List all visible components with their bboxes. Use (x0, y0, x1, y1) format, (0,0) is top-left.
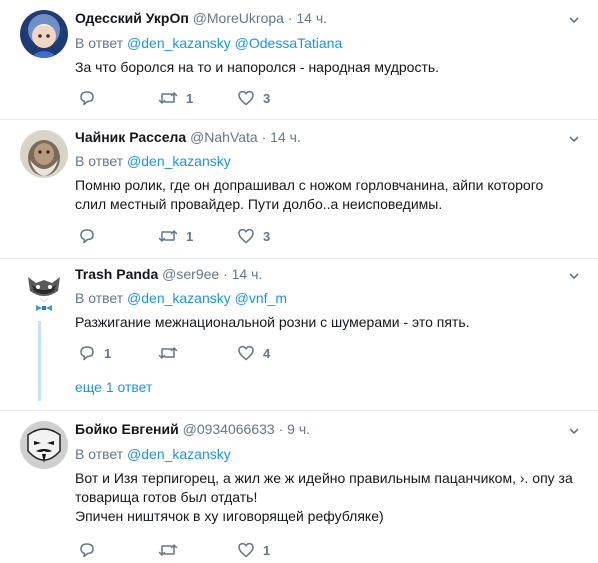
chevron-down-icon[interactable] (568, 425, 580, 437)
user-handle[interactable]: @MoreUkropa (193, 10, 284, 26)
tweet-text-line: слил местный провайдер. Пути долбо..а не… (75, 196, 443, 212)
reply-prefix: В ответ (75, 153, 124, 169)
retweet-icon (158, 230, 178, 242)
reply-count: 1 (104, 345, 112, 361)
avatar[interactable] (20, 10, 68, 58)
retweet-button[interactable] (158, 343, 178, 363)
user-handle[interactable]: @ser9ee (162, 266, 219, 282)
heart-icon (238, 228, 254, 244)
tweet-2[interactable]: Чайник Рассела @NahVata · 14 ч. В ответ … (0, 120, 598, 258)
heart-icon (238, 542, 254, 558)
display-name[interactable]: Trash Panda (75, 266, 158, 282)
tweet-4[interactable]: Бойко Евгений @0934066633 · 9 ч. В ответ… (0, 411, 598, 563)
reply-context: В ответ @den_kazansky @OdessaTatiana (75, 35, 342, 51)
chevron-down-icon[interactable] (568, 14, 580, 26)
retweet-button[interactable]: 1 (158, 88, 193, 108)
retweet-button[interactable] (158, 540, 178, 560)
retweet-icon (158, 347, 178, 359)
like-count: 3 (263, 228, 271, 244)
heart-icon (238, 90, 254, 106)
reply-prefix: В ответ (75, 290, 124, 306)
mention-link[interactable]: @vnf_m (235, 290, 287, 306)
reply-icon (80, 346, 94, 361)
like-button[interactable]: 4 (237, 343, 270, 363)
separator-dot: · (223, 266, 228, 282)
reply-icon (80, 543, 94, 558)
reply-icon (80, 229, 94, 244)
tweet-text-line: Помню ролик, где он допрашивал с ножом г… (75, 177, 544, 193)
reply-button[interactable] (78, 88, 96, 108)
tweet-actions: 1 3 (75, 88, 475, 108)
timestamp[interactable]: 14 ч. (232, 266, 263, 282)
reply-prefix: В ответ (75, 446, 124, 462)
avatar[interactable] (20, 267, 68, 315)
tweet-actions: 1 4 (75, 343, 475, 363)
avatar[interactable] (20, 421, 68, 469)
display-name[interactable]: Бойко Евгений (75, 421, 179, 437)
reply-button[interactable] (78, 226, 96, 246)
tweet-text-line: Разжигание межнациональной розни с шумер… (75, 314, 470, 330)
like-button[interactable]: 3 (237, 88, 270, 108)
like-count: 3 (263, 90, 271, 106)
tweet-text-line: За что боролся на то и напоролся - народ… (75, 59, 440, 75)
mention-link[interactable]: @den_kazansky (127, 35, 231, 51)
like-count: 1 (263, 542, 271, 558)
like-button[interactable]: 1 (237, 540, 270, 560)
tweet-text-line: Вот и Изя терпигорец, а жил же ж идейно … (75, 470, 573, 486)
tweet-header: Чайник Рассела @NahVata · 14 ч. (75, 129, 301, 145)
like-count: 4 (263, 345, 271, 361)
reply-context: В ответ @den_kazansky (75, 446, 231, 462)
timestamp[interactable]: 9 ч. (287, 421, 310, 437)
mention-link[interactable]: @OdessaTatiana (235, 35, 343, 51)
tweet-text-line: товарища готов был отдать! (75, 489, 258, 505)
tweet-actions: 1 3 (75, 226, 475, 246)
retweet-icon (158, 92, 178, 104)
tweet-text: Разжигание межнациональной розни с шумер… (75, 313, 595, 332)
heart-icon (238, 345, 254, 361)
chevron-down-icon[interactable] (568, 270, 580, 282)
retweet-icon (158, 544, 178, 556)
tweet-text-line: Эпичен ништячок в ху ıиговорящей рефубля… (75, 508, 384, 524)
tweet-actions: 1 (75, 540, 475, 560)
tweet-header: Бойко Евгений @0934066633 · 9 ч. (75, 421, 310, 437)
separator-dot: · (287, 10, 293, 26)
mention-link[interactable]: @den_kazansky (127, 153, 231, 169)
tweet-1[interactable]: Одесский УкрОп @MoreUkropa · 14 ч. В отв… (0, 0, 598, 120)
show-more-replies-link[interactable]: еще 1 ответ (75, 379, 152, 395)
reply-button[interactable] (78, 540, 96, 560)
separator-dot: · (278, 421, 284, 437)
reply-context: В ответ @den_kazansky (75, 153, 231, 169)
retweet-button[interactable]: 1 (158, 226, 193, 246)
retweet-count: 1 (186, 228, 194, 244)
reply-context: В ответ @den_kazansky @vnf_m (75, 290, 287, 306)
separator-dot: · (261, 129, 267, 145)
thread-connector (38, 321, 41, 401)
timestamp[interactable]: 14 ч. (296, 10, 327, 26)
timestamp[interactable]: 14 ч. (270, 129, 301, 145)
tweet-3[interactable]: Trash Panda @ser9ee · 14 ч. В ответ @den… (0, 259, 598, 409)
mention-link[interactable]: @den_kazansky (127, 446, 231, 462)
user-handle[interactable]: @0934066633 (183, 421, 275, 437)
tweet-header: Одесский УкрОп @MoreUkropa · 14 ч. (75, 10, 327, 26)
display-name[interactable]: Чайник Рассела (75, 129, 186, 145)
tweet-header: Trash Panda @ser9ee · 14 ч. (75, 266, 262, 282)
mention-link[interactable]: @den_kazansky (127, 290, 231, 306)
display-name[interactable]: Одесский УкрОп (75, 10, 189, 26)
tweet-text: Вот и Изя терпигорец, а жил же ж идейно … (75, 469, 595, 526)
tweet-text: Помню ролик, где он допрашивал с ножом г… (75, 176, 595, 214)
reply-prefix: В ответ (75, 35, 124, 51)
like-button[interactable]: 3 (237, 226, 270, 246)
reply-icon (80, 91, 94, 106)
retweet-count: 1 (186, 90, 194, 106)
reply-button[interactable]: 1 (78, 343, 111, 363)
chevron-down-icon[interactable] (568, 133, 580, 145)
tweet-text: За что боролся на то и напоролся - народ… (75, 58, 595, 77)
avatar[interactable] (20, 130, 68, 178)
user-handle[interactable]: @NahVata (190, 129, 258, 145)
